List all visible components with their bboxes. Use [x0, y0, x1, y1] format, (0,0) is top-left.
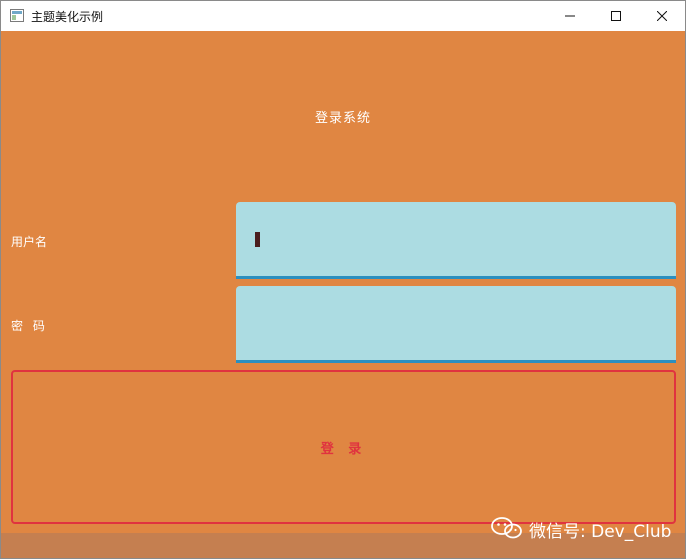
close-icon — [657, 11, 667, 21]
minimize-button[interactable] — [547, 1, 593, 31]
login-button[interactable]: 登 录 — [11, 370, 676, 524]
maximize-icon — [611, 11, 621, 21]
close-button[interactable] — [639, 1, 685, 31]
title-bar[interactable]: 主题美化示例 — [1, 1, 685, 31]
page-title: 登录系统 — [314, 111, 371, 126]
maximize-button[interactable] — [593, 1, 639, 31]
app-window: 主题美化示例 登录系统 用户名 密 码 登 录 微信号: Dev_Club — [0, 0, 686, 559]
minimize-icon — [565, 15, 575, 17]
password-label: 密 码 — [11, 319, 48, 333]
password-input[interactable] — [236, 286, 676, 363]
username-input[interactable] — [236, 202, 676, 279]
watermark-text: 微信号: Dev_Club — [529, 522, 672, 542]
username-label: 用户名 — [11, 235, 48, 249]
window-title: 主题美化示例 — [31, 10, 104, 24]
wechat-logo-icon — [491, 517, 522, 539]
text-cursor — [255, 232, 260, 247]
app-window-icon — [10, 9, 24, 22]
login-form: 登录系统 用户名 密 码 登 录 微信号: Dev_Club — [1, 31, 685, 558]
